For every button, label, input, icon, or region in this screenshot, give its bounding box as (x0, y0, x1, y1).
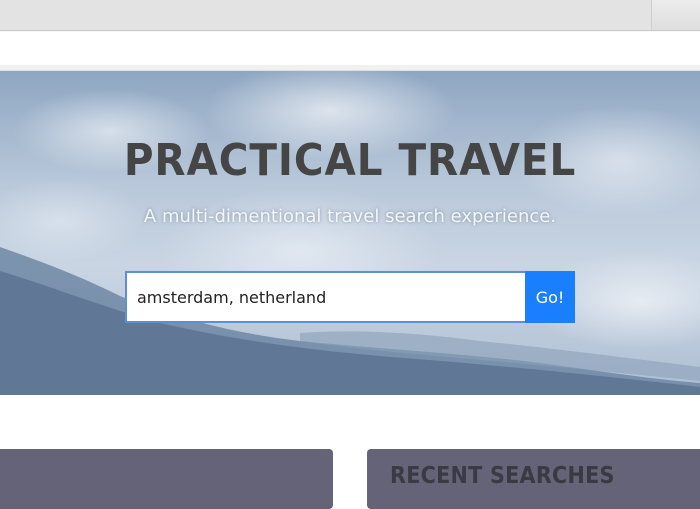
recent-searches-panel: RECENT SEARCHES (367, 449, 700, 509)
browser-address-bar[interactable] (0, 31, 700, 66)
recent-searches-title: RECENT SEARCHES (390, 463, 615, 489)
go-button[interactable]: Go! (525, 271, 575, 323)
hero-banner (0, 71, 700, 395)
page-subtitle: A multi-dimentional travel search experi… (143, 206, 557, 227)
left-panel (0, 449, 333, 509)
search-bar: Go! (125, 271, 575, 323)
destination-search-input[interactable] (125, 271, 525, 323)
mountain-background-image (0, 247, 700, 395)
page-title: PRACTICAL TRAVEL (123, 135, 577, 186)
browser-tab-bar (0, 0, 700, 31)
browser-window-controls (651, 0, 700, 30)
